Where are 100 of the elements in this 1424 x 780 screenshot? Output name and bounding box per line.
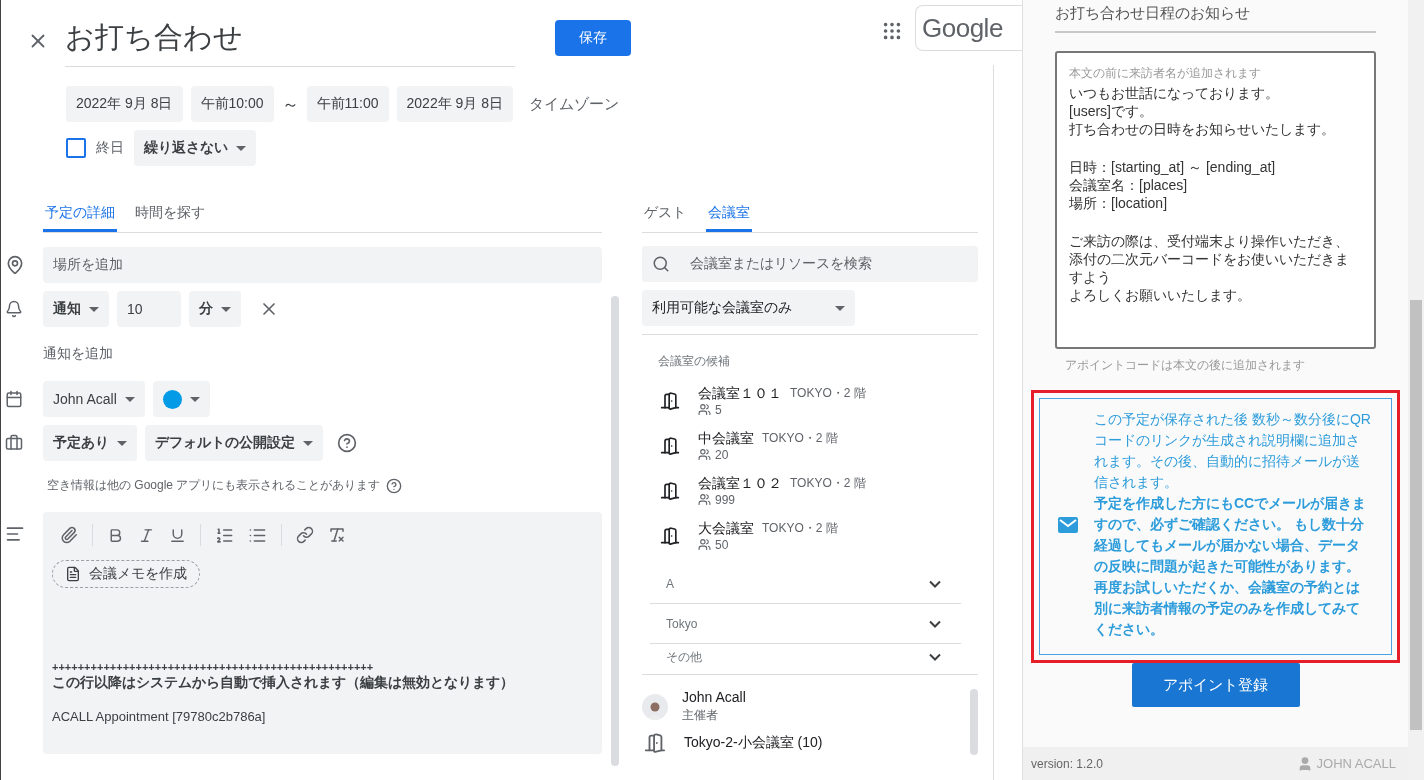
user-name: JOHN ACALL — [1316, 756, 1396, 771]
attendee-name: John Acall — [682, 689, 746, 705]
message-line: 場所：[location] — [1069, 194, 1169, 212]
room-capacity: 999 — [715, 492, 736, 507]
scrollbar[interactable] — [970, 689, 978, 755]
start-date-field[interactable]: 2022年 9月 8日 — [66, 86, 183, 122]
room-item[interactable]: 会議室１０１ TOKYO・2 階 5 — [642, 378, 978, 423]
room-item[interactable]: 大会議室 TOKYO・2 階 50 — [642, 513, 978, 558]
room-group[interactable]: A — [650, 564, 961, 604]
description-icon — [5, 524, 25, 544]
message-line: よろしくお願いいたします。 — [1069, 286, 1252, 304]
color-dropdown[interactable] — [152, 381, 210, 417]
visibility-dropdown[interactable]: デフォルトの公開設定 — [145, 425, 323, 461]
document-icon — [65, 566, 81, 582]
notification-unit-dropdown[interactable]: 分 — [189, 291, 241, 327]
help-icon — [386, 477, 403, 494]
room-search-field[interactable]: 会議室またはリソースを検索 — [642, 246, 978, 282]
people-icon — [698, 538, 711, 551]
room-item[interactable]: 会議室１０２ TOKYO・2 階 999 — [642, 468, 978, 513]
message-line: 添付の二次元バーコードをお使いいただきますよう — [1069, 250, 1350, 286]
room-location: TOKYO・2 階 — [790, 385, 866, 402]
room-name: 大会議室 — [698, 519, 754, 538]
room-location: TOKYO・2 階 — [762, 430, 838, 447]
search-icon — [652, 255, 670, 273]
scrollbar[interactable] — [611, 296, 619, 766]
caret-icon — [303, 440, 313, 446]
repeat-dropdown[interactable]: 繰り返さない — [134, 130, 256, 166]
attendee-name: Tokyo-2-小会議室 (10) — [684, 734, 823, 752]
save-button[interactable]: 保存 — [555, 20, 631, 56]
door-icon — [660, 435, 680, 456]
all-day-label: 終日 — [96, 139, 124, 157]
room-capacity: 20 — [715, 447, 729, 462]
message-line: いつもお世話になっております。 — [1069, 84, 1280, 102]
description-editor[interactable]: 会議メモを作成 ++++++++++++++++++++++++++++++++++++++++++++++++++ この行以降はシステムから自動で挿入されます（編集は無効となります） ACALL Appointment [79780c2b786a] — [43, 512, 602, 754]
help-button[interactable] — [337, 433, 357, 453]
help-icon — [337, 433, 357, 453]
location-field[interactable]: 場所を追加 — [43, 247, 602, 283]
message-line: 会議室名：[places] — [1069, 176, 1189, 194]
calendar-icon — [5, 390, 23, 408]
notice-text: この予定が保存された後 数秒～数分後にQRコードのリンクが生成され説明欄に追加されます。その後、自動的に招待メールが送信されます。 — [1094, 410, 1372, 492]
status-dropdown[interactable]: 予定あり — [43, 425, 137, 461]
italic-icon — [138, 526, 155, 544]
tab[interactable]: ゲスト — [642, 196, 688, 232]
mail-icon — [1058, 516, 1078, 533]
message-line: [users]です。 — [1069, 102, 1154, 120]
room-item[interactable]: 中会議室 TOKYO・2 階 20 — [642, 423, 978, 468]
room-filter-dropdown[interactable]: 利用可能な会議室のみ — [642, 290, 855, 326]
attach-icon — [60, 526, 78, 544]
separator-line: ++++++++++++++++++++++++++++++++++++++++++++++++++ — [52, 662, 375, 673]
room-name: 会議室１０１ — [698, 384, 782, 403]
caret-icon — [835, 305, 845, 311]
room-location: TOKYO・2 階 — [762, 520, 838, 537]
availability-note: 空き情報は他の Google アプリにも表示されることがあります — [47, 477, 381, 494]
bell-icon — [5, 300, 23, 318]
all-day-checkbox[interactable] — [66, 138, 86, 158]
room-name: 中会議室 — [698, 429, 754, 448]
avatar — [642, 693, 668, 720]
appointment-code: ACALL Appointment [79780c2b786a] — [52, 709, 267, 727]
section-label: 会議室の候補 — [658, 353, 731, 370]
scrollbar[interactable] — [1410, 300, 1422, 730]
room-capacity: 5 — [715, 402, 722, 417]
message-line: 日時：[starting_at] ～ [ending_at] — [1069, 158, 1277, 176]
caret-icon — [189, 396, 200, 402]
calendar-dropdown[interactable]: John Acall — [43, 381, 145, 417]
location-pin-icon — [5, 255, 25, 275]
door-icon — [660, 390, 680, 411]
tab[interactable]: 時間を探す — [133, 196, 207, 232]
range-separator: ～ — [281, 93, 299, 116]
start-time-field[interactable]: 午前10:00 — [190, 86, 274, 122]
caret-icon — [89, 306, 99, 312]
notification-value-field[interactable]: 10 — [117, 291, 181, 327]
caret-icon — [221, 306, 231, 312]
door-icon — [644, 732, 666, 754]
add-notification-link[interactable]: 通知を追加 — [43, 345, 113, 363]
room-group[interactable]: その他 — [650, 644, 961, 670]
briefcase-icon — [5, 434, 23, 452]
version-label: version: 1.2.0 — [1031, 756, 1104, 771]
room-capacity: 50 — [715, 537, 729, 552]
attendee-role: 主催者 — [682, 708, 718, 722]
submit-button[interactable]: アポイント登録 — [1131, 663, 1300, 707]
field-hint: 本文の前に来訪者名が追加されます — [1069, 65, 1262, 82]
room-location: TOKYO・2 階 — [790, 475, 866, 492]
tab[interactable]: 会議室 — [706, 196, 752, 232]
clear-format-icon — [328, 526, 346, 544]
end-time-field[interactable]: 午前11:00 — [306, 86, 389, 122]
link-icon — [296, 526, 314, 544]
apps-grid-icon — [881, 20, 903, 42]
message-line: ご来訪の際は、受付端末より操作いただき、 — [1069, 232, 1350, 250]
caret-icon — [124, 396, 135, 402]
end-date-field[interactable]: 2022年 9月 8日 — [396, 86, 514, 122]
apps-button[interactable] — [881, 20, 903, 42]
notification-type-dropdown[interactable]: 通知 — [43, 291, 109, 327]
room-group[interactable]: Tokyo — [650, 604, 961, 644]
timezone-link[interactable]: タイムゾーン — [529, 94, 620, 114]
event-title-field[interactable]: お打ち合わせ — [65, 18, 515, 67]
door-icon — [660, 480, 680, 501]
caret-icon — [236, 145, 246, 151]
tab[interactable]: 予定の詳細 — [43, 196, 117, 232]
subject-field[interactable]: お打ち合わせ日程のお知らせ — [1055, 0, 1376, 33]
message-field[interactable]: 本文の前に来訪者名が追加されます いつもお世話になっております。 [users]です。 打ち合わせの日時をお知らせいたします。 日時：[starting_at] ～ [ending_at] 会議室名：[places] 場所：[location] ご来訪の際は、受付端末より操作いただき、 添付の二次元バーコードをお使いいただきますよう よろしくお願いいたします。 — [1055, 51, 1376, 349]
